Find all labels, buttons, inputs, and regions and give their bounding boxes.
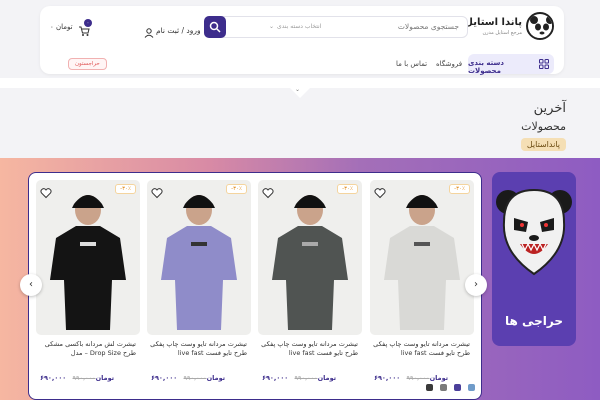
product-card[interactable]: -۳۰٪ تیشرت مردانه تایو وست چاپ پفکی طرح … bbox=[370, 180, 474, 390]
discount-badge: -۳۰٪ bbox=[337, 184, 358, 194]
color-swatch[interactable] bbox=[426, 384, 433, 391]
heart-icon[interactable] bbox=[374, 184, 386, 203]
nav-shop-link[interactable]: فروشگاه bbox=[436, 60, 462, 68]
login-link[interactable]: ورود / ثبت نام bbox=[156, 26, 201, 35]
chevron-down-icon: ⌄ bbox=[295, 86, 301, 93]
color-swatches bbox=[424, 376, 476, 395]
product-image[interactable]: -۳۰٪ bbox=[258, 180, 362, 335]
chevron-down-icon: ⌄ bbox=[269, 23, 275, 30]
panda-mascot-icon bbox=[496, 188, 572, 276]
grid-icon bbox=[539, 59, 549, 69]
product-card[interactable]: -۳۰٪ تیشرت مردانه تایو وست چاپ پفکی طرح … bbox=[258, 180, 362, 390]
discount-badge: -۳۰٪ bbox=[449, 184, 470, 194]
product-price: ۶۹۰,۰۰۰ تومان۹۹۰,۰۰۰ bbox=[40, 374, 115, 382]
chevron-right-icon: › bbox=[474, 279, 478, 290]
categories-button[interactable]: دسته بندی محصولات bbox=[468, 54, 554, 75]
search-bar[interactable]: جستجوی محصولات انتخاب دسته بندی ⌄ bbox=[204, 16, 468, 38]
color-swatch[interactable] bbox=[440, 384, 448, 391]
product-title[interactable]: تیشرت لش مردانه باکسی مشکی طرح Drop Size… bbox=[36, 340, 136, 358]
heart-icon[interactable] bbox=[151, 184, 163, 203]
product-title[interactable]: تیشرت مردانه تایو وست چاپ پفکی طرح تایو … bbox=[258, 340, 358, 358]
section-tag: پانداستایل bbox=[520, 138, 566, 151]
product-title[interactable]: تیشرت مردانه تایو وست چاپ پفکی طرح تایو … bbox=[370, 340, 470, 358]
section-title-line2: محصولات bbox=[521, 120, 566, 133]
product-card[interactable]: -۳۰٪ تیشرت لش مردانه باکسی مشکی طرح Drop… bbox=[36, 180, 140, 390]
product-title[interactable]: تیشرت مردانه تایو وست چاپ پفکی طرح تایو … bbox=[147, 340, 247, 358]
cart-count-badge: ۰ bbox=[84, 19, 92, 27]
color-swatch[interactable] bbox=[454, 384, 462, 391]
discount-badge: -۳۰٪ bbox=[115, 184, 136, 194]
discount-badge: -۳۰٪ bbox=[226, 184, 247, 194]
category-select[interactable]: انتخاب دسته بندی bbox=[277, 23, 321, 30]
special-offers-button[interactable]: حراجستون bbox=[68, 58, 107, 70]
chevron-left-icon: ‹ bbox=[29, 279, 33, 290]
color-swatch[interactable] bbox=[468, 384, 476, 391]
search-icon bbox=[209, 21, 221, 33]
heart-icon[interactable] bbox=[262, 184, 274, 203]
panda-logo-icon[interactable] bbox=[526, 12, 554, 40]
product-price: ۶۹۰,۰۰۰ تومان۹۹۰,۰۰۰ bbox=[151, 374, 226, 382]
cart-amount[interactable]: ۰ تومان bbox=[50, 23, 73, 31]
product-card[interactable]: -۳۰٪ تیشرت مردانه تایو وست چاپ پفکی طرح … bbox=[147, 180, 251, 390]
categories-label: دسته بندی محصولات bbox=[468, 59, 504, 75]
carousel-prev-button[interactable]: ‹ bbox=[20, 274, 42, 296]
product-price: ۶۹۰,۰۰۰ تومان۹۹۰,۰۰۰ bbox=[262, 374, 337, 382]
search-input[interactable]: جستجوی محصولات bbox=[398, 22, 459, 31]
heart-icon[interactable] bbox=[40, 184, 52, 203]
site-header: پاندا استایل مرجع استایل مدرن جستجوی محص… bbox=[40, 6, 564, 75]
sale-label: حراجی ها bbox=[504, 314, 564, 328]
user-icon[interactable] bbox=[144, 23, 154, 42]
nav-contact-link[interactable]: تماس با ما bbox=[396, 60, 427, 68]
brand-name[interactable]: پاندا استایل bbox=[464, 17, 522, 28]
product-image[interactable]: -۳۰٪ bbox=[36, 180, 140, 335]
product-image[interactable]: -۳۰٪ bbox=[147, 180, 251, 335]
sale-promo-card[interactable]: حراجی ها bbox=[492, 172, 576, 346]
product-image[interactable]: -۳۰٪ bbox=[370, 180, 474, 335]
carousel-next-button[interactable]: › bbox=[465, 274, 487, 296]
section-title-line1: آخرین bbox=[533, 101, 566, 116]
search-button[interactable] bbox=[204, 16, 226, 38]
brand-tagline: مرجع استایل مدرن bbox=[482, 30, 522, 36]
